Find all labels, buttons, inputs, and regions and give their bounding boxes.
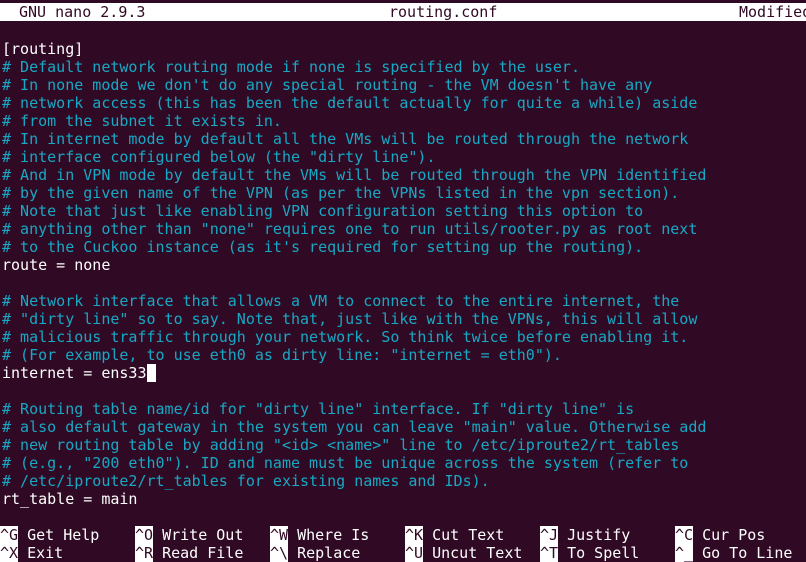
line-text: # interface configured below (the "dirty… [2, 148, 436, 166]
line-text: # by the given name of the VPN (as per t… [2, 184, 680, 202]
shortcut-cut-text[interactable]: ^K Cut Text [405, 526, 504, 544]
shortcut-label: Write Out [162, 526, 244, 544]
shortcut-key: ^G [0, 526, 19, 544]
line-text: # network access (this has been the defa… [2, 94, 698, 112]
file-name: routing.conf [389, 3, 498, 21]
shortcut-read-file[interactable]: ^R Read File [135, 544, 243, 562]
line-text: # to the Cuckoo instance (as it's requir… [2, 238, 644, 256]
comment-line[interactable]: # from the subnet it exists in. [2, 112, 806, 130]
shortcut-get-help[interactable]: ^G Get Help [0, 526, 99, 544]
shortcut-cur-pos[interactable]: ^C Cur Pos [675, 526, 765, 544]
app-version: GNU nano 2.9.3 [19, 3, 146, 21]
line-text: # In none mode we don't do any special r… [2, 76, 653, 94]
shortcut-key: ^K [405, 526, 424, 544]
line-text: # (For example, to use eth0 as dirty lin… [2, 346, 562, 364]
config-line[interactable]: [routing] [2, 40, 806, 58]
comment-line[interactable]: # Note that just like enabling VPN confi… [2, 202, 806, 220]
shortcut-write-out[interactable]: ^O Write Out [135, 526, 243, 544]
shortcut-label: Cut Text [432, 526, 505, 544]
shortcut-key: ^O [135, 526, 154, 544]
shortcut-to-spell[interactable]: ^T To Spell [540, 544, 639, 562]
comment-line[interactable]: # /etc/iproute2/rt_tables for existing n… [2, 472, 806, 490]
shortcut-key: ^W [270, 526, 289, 544]
comment-line[interactable]: # also default gateway in the system you… [2, 418, 806, 436]
shortcut-key: ^U [405, 544, 424, 562]
line-text: # "dirty line" so to say. Note that, jus… [2, 310, 698, 328]
line-text: # In internet mode by default all the VM… [2, 130, 689, 148]
shortcut-label: Exit [27, 544, 64, 562]
comment-line[interactable]: # anything other than "none" requires on… [2, 220, 806, 238]
line-text: # /etc/iproute2/rt_tables for existing n… [2, 472, 490, 490]
line-text: # Network interface that allows a VM to … [2, 292, 680, 310]
line-text: # malicious traffic through your network… [2, 328, 689, 346]
config-line[interactable] [2, 382, 806, 400]
shortcut-label: Justify [567, 526, 631, 544]
shortcut-label: Cur Pos [702, 526, 766, 544]
config-line[interactable]: internet = ens33 [2, 364, 806, 382]
line-text: # new routing table by adding "<id> <nam… [2, 436, 680, 454]
comment-line[interactable]: # network access (this has been the defa… [2, 94, 806, 112]
shortcut-key: ^C [675, 526, 694, 544]
comment-line[interactable]: # And in VPN mode by default the VMs wil… [2, 166, 806, 184]
shortcut-label: Read File [162, 544, 244, 562]
shortcut-key: ^\ [270, 544, 289, 562]
shortcut-bar: ^G Get Help ^O Write Out ^W Where Is ^K Cut… [0, 526, 806, 562]
comment-line[interactable]: # (For example, to use eth0 as dirty lin… [2, 346, 806, 364]
config-line[interactable]: route = none [2, 256, 806, 274]
shortcut-key: ^J [540, 526, 559, 544]
line-text: # Default network routing mode if none i… [2, 58, 580, 76]
config-line[interactable]: rt_table = main [2, 490, 806, 508]
comment-line[interactable]: # interface configured below (the "dirty… [2, 148, 806, 166]
line-text: # (e.g., "200 eth0"). ID and name must b… [2, 454, 689, 472]
comment-line[interactable]: # by the given name of the VPN (as per t… [2, 184, 806, 202]
shortcut-key: ^X [0, 544, 19, 562]
comment-line[interactable]: # malicious traffic through your network… [2, 328, 806, 346]
comment-line[interactable]: # "dirty line" so to say. Note that, jus… [2, 310, 806, 328]
line-text: # from the subnet it exists in. [2, 112, 282, 130]
comment-line[interactable]: # Default network routing mode if none i… [2, 58, 806, 76]
shortcut-replace[interactable]: ^\ Replace [270, 544, 360, 562]
shortcut-go-to-line[interactable]: ^_ Go To Line [675, 544, 792, 562]
comment-line[interactable]: # In internet mode by default all the VM… [2, 130, 806, 148]
comment-line[interactable]: # Routing table name/id for "dirty line"… [2, 400, 806, 418]
text-cursor [146, 364, 156, 382]
shortcut-key: ^R [135, 544, 154, 562]
shortcut-exit[interactable]: ^X Exit [0, 544, 63, 562]
shortcut-label: Where Is [297, 526, 370, 544]
line-text: internet = ens33 [2, 364, 147, 382]
editor-buffer[interactable]: [routing] # Default network routing mode … [2, 40, 806, 508]
line-text: [routing] [2, 40, 84, 58]
line-text: # anything other than "none" requires on… [2, 220, 698, 238]
config-line[interactable] [2, 274, 806, 292]
shortcut-label: Replace [297, 544, 361, 562]
shortcut-justify[interactable]: ^J Justify [540, 526, 630, 544]
shortcut-label: To Spell [567, 544, 640, 562]
shortcut-label: Go To Line [702, 544, 793, 562]
shortcut-uncut-text[interactable]: ^U Uncut Text [405, 544, 522, 562]
comment-line[interactable]: # In none mode we don't do any special r… [2, 76, 806, 94]
line-text: route = none [2, 256, 111, 274]
shortcut-where-is[interactable]: ^W Where Is [270, 526, 369, 544]
shortcut-label: Uncut Text [432, 544, 523, 562]
modified-status: Modified [739, 3, 806, 21]
nano-title-bar: GNU nano 2.9.3 routing.conf Modified [0, 3, 806, 21]
comment-line[interactable]: # Network interface that allows a VM to … [2, 292, 806, 310]
line-text: # Routing table name/id for "dirty line"… [2, 400, 635, 418]
comment-line[interactable]: # to the Cuckoo instance (as it's requir… [2, 238, 806, 256]
comment-line[interactable]: # new routing table by adding "<id> <nam… [2, 436, 806, 454]
shortcut-label: Get Help [27, 526, 100, 544]
line-text: # And in VPN mode by default the VMs wil… [2, 166, 707, 184]
line-text: # Note that just like enabling VPN confi… [2, 202, 644, 220]
comment-line[interactable]: # (e.g., "200 eth0"). ID and name must b… [2, 454, 806, 472]
shortcut-key: ^_ [675, 544, 694, 562]
line-text: # also default gateway in the system you… [2, 418, 707, 436]
shortcut-key: ^T [540, 544, 559, 562]
line-text: rt_table = main [2, 490, 138, 508]
